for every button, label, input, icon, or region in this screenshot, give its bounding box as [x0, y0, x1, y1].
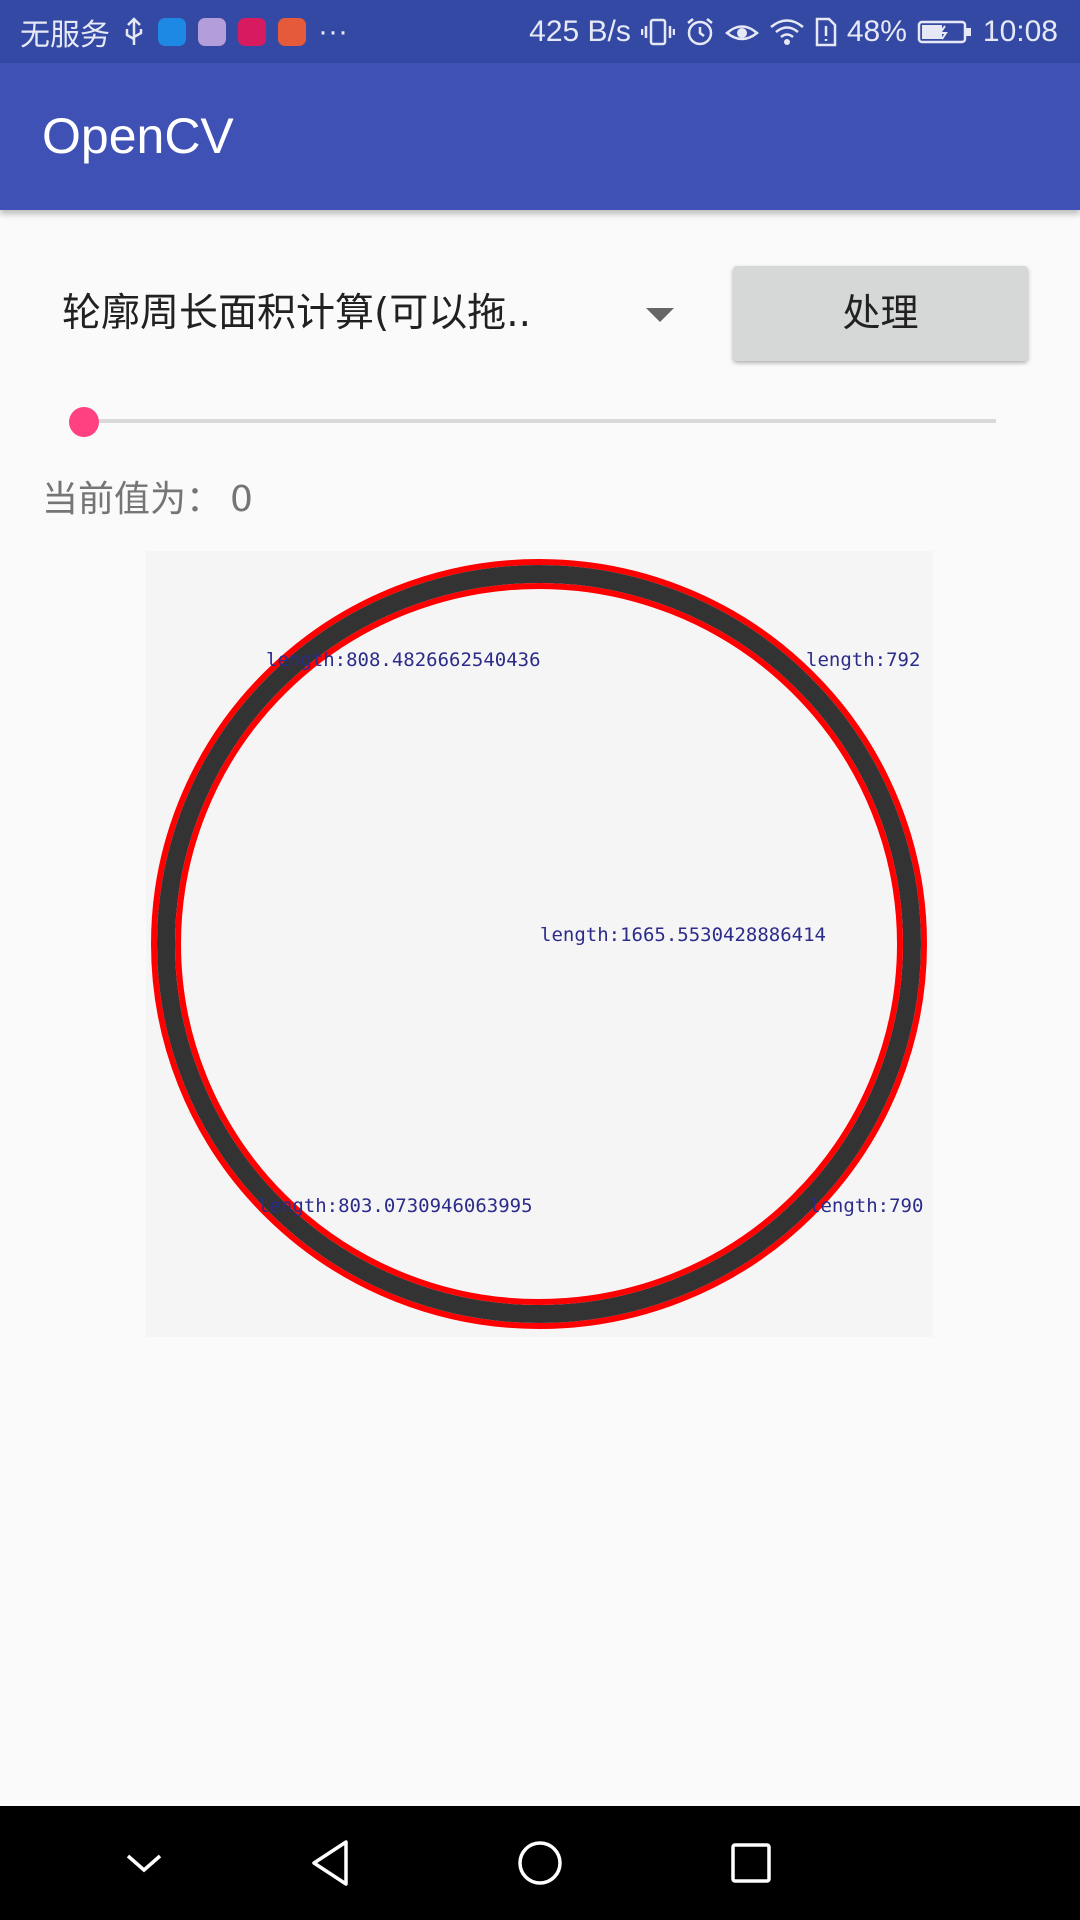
navigation-bar	[0, 1806, 1080, 1920]
notification-overflow: ···	[318, 14, 348, 48]
length-label-bottom-left: length:803.0730946063995	[258, 1195, 533, 1217]
video-app-icon	[278, 17, 306, 46]
nav-recents-button[interactable]	[691, 1806, 811, 1920]
length-label-center: length:1665.5530428886414	[540, 924, 826, 946]
length-label-top-left: length:808.4826662540436	[266, 649, 541, 671]
current-value-text: 当前值为： 0	[42, 470, 253, 522]
browser-app-icon	[158, 17, 186, 46]
sim-icon	[815, 17, 837, 47]
app-title: OpenCV	[42, 108, 234, 164]
app-bar: OpenCV	[0, 63, 1080, 210]
eye-comfort-icon	[724, 17, 759, 47]
result-image: length:808.4826662540436 length:792 leng…	[146, 551, 933, 1337]
status-bar: 无服务 ··· 425 B/s 48% 10:08	[0, 0, 1080, 63]
huawei-app-icon	[238, 17, 266, 46]
chevron-down-icon	[126, 1854, 162, 1873]
home-icon	[518, 1841, 562, 1885]
method-spinner[interactable]: 轮廓周长面积计算(可以拖..	[42, 268, 682, 360]
alarm-icon	[685, 17, 715, 47]
dropdown-arrow-icon	[646, 308, 674, 322]
screen: 无服务 ··· 425 B/s 48% 10:08 OpenCV 轮廓周长面积计…	[0, 0, 1080, 1920]
status-bar-right: 425 B/s 48% 10:08	[529, 0, 1058, 63]
process-button[interactable]: 处理	[733, 266, 1028, 361]
status-bar-left: 无服务 ···	[20, 0, 348, 63]
nav-home-button[interactable]	[480, 1806, 600, 1920]
length-label-bottom-right: length:790	[809, 1195, 923, 1217]
nav-collapse-button[interactable]	[84, 1806, 204, 1920]
usb-icon	[122, 16, 146, 47]
slider-thumb[interactable]	[69, 407, 99, 437]
gallery-app-icon	[198, 17, 226, 46]
clock-text: 10:08	[982, 14, 1058, 48]
back-icon	[312, 1840, 348, 1886]
nav-back-button[interactable]	[270, 1806, 390, 1920]
battery-percent-text: 48%	[846, 14, 907, 48]
recents-icon	[731, 1843, 771, 1883]
vibrate-icon	[640, 17, 675, 47]
net-speed-text: 425 B/s	[529, 14, 631, 48]
current-value-label: 当前值为：	[42, 479, 223, 520]
spinner-selected-value: 轮廓周长面积计算(可以拖..	[62, 291, 532, 336]
value-slider[interactable]	[84, 419, 996, 423]
length-label-top-right: length:792	[806, 649, 920, 671]
current-value-number: 0	[230, 479, 253, 520]
wifi-icon	[769, 17, 805, 47]
battery-icon	[917, 17, 973, 47]
carrier-text: 无服务	[20, 18, 110, 52]
